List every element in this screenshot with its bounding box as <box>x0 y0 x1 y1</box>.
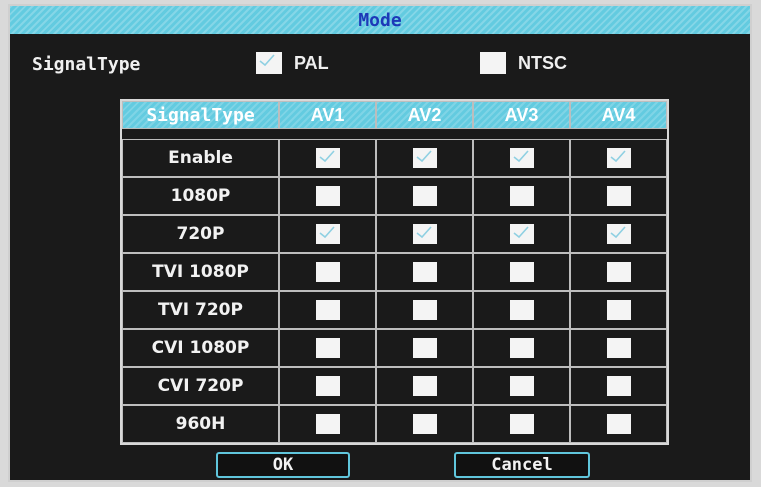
checkmark-icon <box>416 150 432 163</box>
table-cell <box>473 177 570 215</box>
av2-checkbox[interactable] <box>412 376 437 396</box>
row-label: CVI 1080P <box>122 329 279 367</box>
checkmark-icon <box>610 226 626 239</box>
table-cell <box>279 405 376 443</box>
table-cell <box>279 215 376 253</box>
table-cell <box>376 405 473 443</box>
signal-type-label: SignalType <box>32 54 141 75</box>
row-label: 960H <box>122 405 279 443</box>
av1-checkbox[interactable] <box>315 224 340 244</box>
checkmark-icon <box>319 150 335 163</box>
pal-label: PAL <box>294 52 329 73</box>
pal-checkbox[interactable] <box>256 52 282 74</box>
av2-checkbox[interactable] <box>412 186 437 206</box>
cancel-button[interactable]: Cancel <box>454 452 590 478</box>
table-cell <box>473 253 570 291</box>
av3-checkbox[interactable] <box>509 376 534 396</box>
av4-checkbox[interactable] <box>606 376 631 396</box>
checkmark-icon <box>610 150 626 163</box>
av1-checkbox[interactable] <box>315 376 340 396</box>
av3-checkbox[interactable] <box>509 262 534 282</box>
ok-button[interactable]: OK <box>216 452 350 478</box>
table-cell <box>473 139 570 177</box>
av4-checkbox[interactable] <box>606 186 631 206</box>
checkmark-icon <box>416 226 432 239</box>
table-cell <box>570 291 667 329</box>
av4-checkbox[interactable] <box>606 224 631 244</box>
column-header-av4: AV4 <box>570 101 667 129</box>
av2-checkbox[interactable] <box>412 338 437 358</box>
ntsc-checkbox[interactable] <box>480 52 506 74</box>
table-cell <box>279 253 376 291</box>
av4-checkbox[interactable] <box>606 148 631 168</box>
table-cell <box>570 139 667 177</box>
av3-checkbox[interactable] <box>509 300 534 320</box>
av2-checkbox[interactable] <box>412 148 437 168</box>
column-header-av3: AV3 <box>473 101 570 129</box>
table-cell <box>570 329 667 367</box>
table-cell <box>570 367 667 405</box>
pal-option[interactable]: PAL <box>256 52 329 74</box>
table-cell <box>376 177 473 215</box>
table-cell <box>570 215 667 253</box>
mode-dialog: Mode SignalType PAL NTSC SignalType AV1 AV… <box>8 4 752 482</box>
checkmark-icon <box>319 226 335 239</box>
row-label: CVI 720P <box>122 367 279 405</box>
row-label: 720P <box>122 215 279 253</box>
table-cell <box>279 329 376 367</box>
av4-checkbox[interactable] <box>606 262 631 282</box>
av2-checkbox[interactable] <box>412 300 437 320</box>
signal-mode-table: SignalType AV1 AV2 AV3 AV4 Enable 1080P 720P TVI… <box>120 99 669 445</box>
table-cell <box>279 291 376 329</box>
row-label: Enable <box>122 139 279 177</box>
table-cell <box>279 367 376 405</box>
table-cell <box>279 139 376 177</box>
av3-checkbox[interactable] <box>509 338 534 358</box>
column-header-av1: AV1 <box>279 101 376 129</box>
av3-checkbox[interactable] <box>509 414 534 434</box>
table-cell <box>570 177 667 215</box>
checkmark-icon <box>513 150 529 163</box>
table-cell <box>376 215 473 253</box>
dialog-title: Mode <box>358 9 402 31</box>
table-cell <box>570 405 667 443</box>
row-label: 1080P <box>122 177 279 215</box>
av1-checkbox[interactable] <box>315 300 340 320</box>
dialog-title-bar: Mode <box>10 6 750 34</box>
ntsc-label: NTSC <box>518 52 567 73</box>
av4-checkbox[interactable] <box>606 338 631 358</box>
table-cell <box>279 177 376 215</box>
column-header-signal-type: SignalType <box>122 101 279 129</box>
av2-checkbox[interactable] <box>412 262 437 282</box>
checkmark-icon <box>513 226 529 239</box>
table-cell <box>473 367 570 405</box>
table-cell <box>473 329 570 367</box>
row-label: TVI 720P <box>122 291 279 329</box>
checkmark-icon <box>259 54 275 67</box>
av1-checkbox[interactable] <box>315 148 340 168</box>
table-cell <box>376 139 473 177</box>
table-cell <box>376 253 473 291</box>
av4-checkbox[interactable] <box>606 300 631 320</box>
table-cell <box>473 215 570 253</box>
av2-checkbox[interactable] <box>412 414 437 434</box>
row-label: TVI 1080P <box>122 253 279 291</box>
av2-checkbox[interactable] <box>412 224 437 244</box>
av4-checkbox[interactable] <box>606 414 631 434</box>
av3-checkbox[interactable] <box>509 224 534 244</box>
ntsc-option[interactable]: NTSC <box>480 52 567 74</box>
table-cell <box>376 291 473 329</box>
table-cell <box>376 329 473 367</box>
av3-checkbox[interactable] <box>509 186 534 206</box>
av1-checkbox[interactable] <box>315 262 340 282</box>
table-cell <box>473 405 570 443</box>
av1-checkbox[interactable] <box>315 186 340 206</box>
column-header-av2: AV2 <box>376 101 473 129</box>
av1-checkbox[interactable] <box>315 338 340 358</box>
av1-checkbox[interactable] <box>315 414 340 434</box>
table-cell <box>376 367 473 405</box>
table-cell <box>570 253 667 291</box>
av3-checkbox[interactable] <box>509 148 534 168</box>
table-cell <box>473 291 570 329</box>
